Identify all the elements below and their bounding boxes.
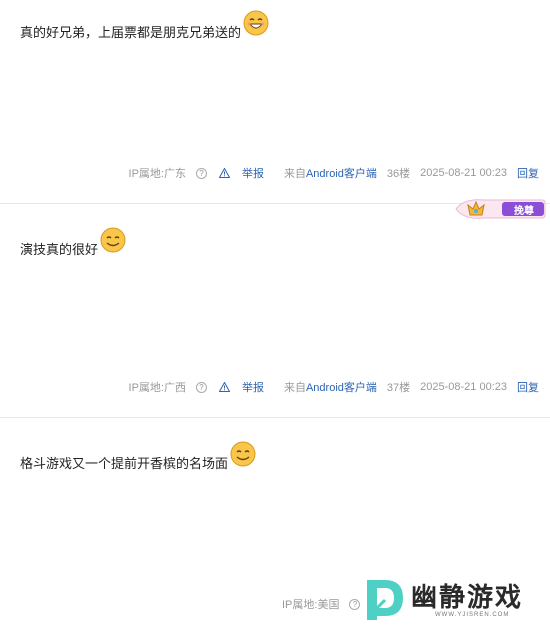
zanzun-badge[interactable]: 挽尊	[454, 196, 546, 222]
client-link[interactable]: Android客户端	[306, 382, 377, 394]
post-time: 2025-08-21 00:23	[420, 381, 507, 393]
report-button[interactable]: 举报	[218, 379, 264, 395]
post-text: 真的好兄弟，上届票都是朋克兄弟送的	[20, 25, 242, 40]
grinning-emoji-icon	[243, 10, 269, 36]
warning-icon	[218, 168, 230, 178]
post-content: 格斗游戏又一个提前开香槟的名场面	[20, 441, 256, 473]
help-icon[interactable]: ?	[195, 167, 207, 179]
watermark-url: WWW.YJISREN.COM	[435, 612, 510, 618]
ip-location: IP属地:广西 ?	[119, 379, 207, 395]
post-37: 演技真的很好 IP属地:广西 ? 举报 来自Android客户端 37楼 202…	[0, 204, 550, 418]
floor-number: 36楼	[386, 168, 411, 180]
post-text: 演技真的很好	[20, 242, 99, 257]
floor-number: 37楼	[386, 382, 411, 394]
post-content: 真的好兄弟，上届票都是朋克兄弟送的	[20, 10, 269, 42]
client-link[interactable]: Android客户端	[306, 168, 377, 180]
badge-label: 挽尊	[514, 206, 534, 217]
reply-button[interactable]: 回复	[517, 379, 539, 395]
site-watermark: 幽静游戏 WWW.YJISREN.COM	[363, 576, 545, 624]
report-button[interactable]: 举报	[218, 165, 264, 181]
smiling-emoji-icon	[230, 441, 256, 467]
post-meta: IP属地:广东 ? 举报 来自Android客户端 36楼 2025-08-21…	[119, 165, 539, 181]
smiling-emoji-icon	[100, 227, 126, 253]
source-client: 来自Android客户端	[283, 382, 377, 394]
post-time: 2025-08-21 00:23	[420, 167, 507, 179]
ip-location: IP属地:美国 ?	[272, 596, 361, 612]
post-content: 演技真的很好	[20, 227, 126, 259]
post-36: 真的好兄弟，上届票都是朋克兄弟送的 IP属地:广东 ? 举报 来自Android…	[0, 0, 550, 204]
reply-button[interactable]: 回复	[517, 165, 539, 181]
watermark-title: 幽静游戏	[411, 583, 524, 613]
help-icon[interactable]: ?	[195, 381, 207, 393]
help-icon[interactable]: ?	[349, 598, 361, 610]
post-meta: IP属地:广西 ? 举报 来自Android客户端 37楼 2025-08-21…	[119, 379, 539, 395]
ip-location: IP属地:广东 ?	[119, 165, 207, 181]
source-client: 来自Android客户端	[283, 168, 377, 180]
site-logo-icon	[367, 580, 403, 620]
post-meta: IP属地:美国 ?	[272, 596, 361, 612]
warning-icon	[218, 382, 230, 392]
post-text: 格斗游戏又一个提前开香槟的名场面	[20, 456, 229, 471]
